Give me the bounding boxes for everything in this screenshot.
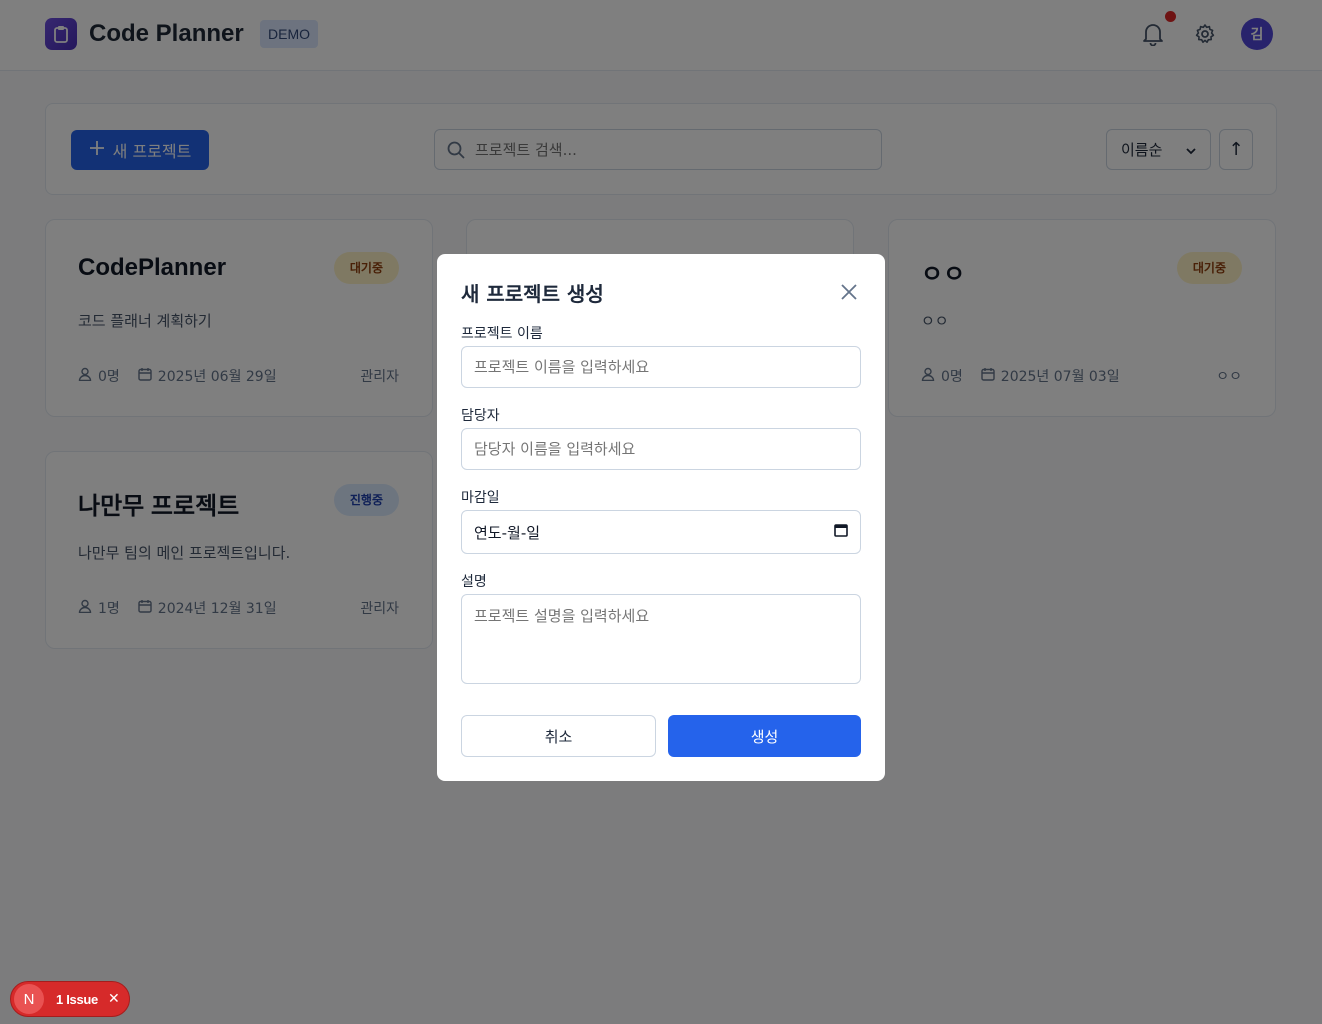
close-icon[interactable] (837, 280, 861, 304)
project-name-input[interactable] (461, 346, 861, 388)
issue-indicator[interactable]: N 1 Issue ✕ (10, 981, 130, 1017)
manager-label: 담당자 (461, 408, 500, 424)
cancel-button[interactable]: 취소 (461, 715, 656, 757)
calendar-icon[interactable] (834, 523, 848, 541)
description-label: 설명 (461, 574, 487, 590)
new-project-modal: 새 프로젝트 생성 프로젝트 이름 담당자 마감일 연도-월-일 설명 취소 생… (437, 254, 885, 781)
description-textarea[interactable] (461, 594, 861, 684)
issue-count: 1 Issue (56, 991, 98, 1007)
deadline-value: 연도-월-일 (474, 523, 541, 542)
n-logo-icon: N (14, 984, 44, 1014)
deadline-label: 마감일 (461, 490, 500, 506)
create-button[interactable]: 생성 (668, 715, 861, 757)
deadline-date-input[interactable]: 연도-월-일 (461, 510, 861, 554)
close-icon[interactable]: ✕ (108, 991, 120, 1007)
modal-title: 새 프로젝트 생성 (461, 282, 604, 306)
name-label: 프로젝트 이름 (461, 326, 543, 342)
manager-input[interactable] (461, 428, 861, 470)
